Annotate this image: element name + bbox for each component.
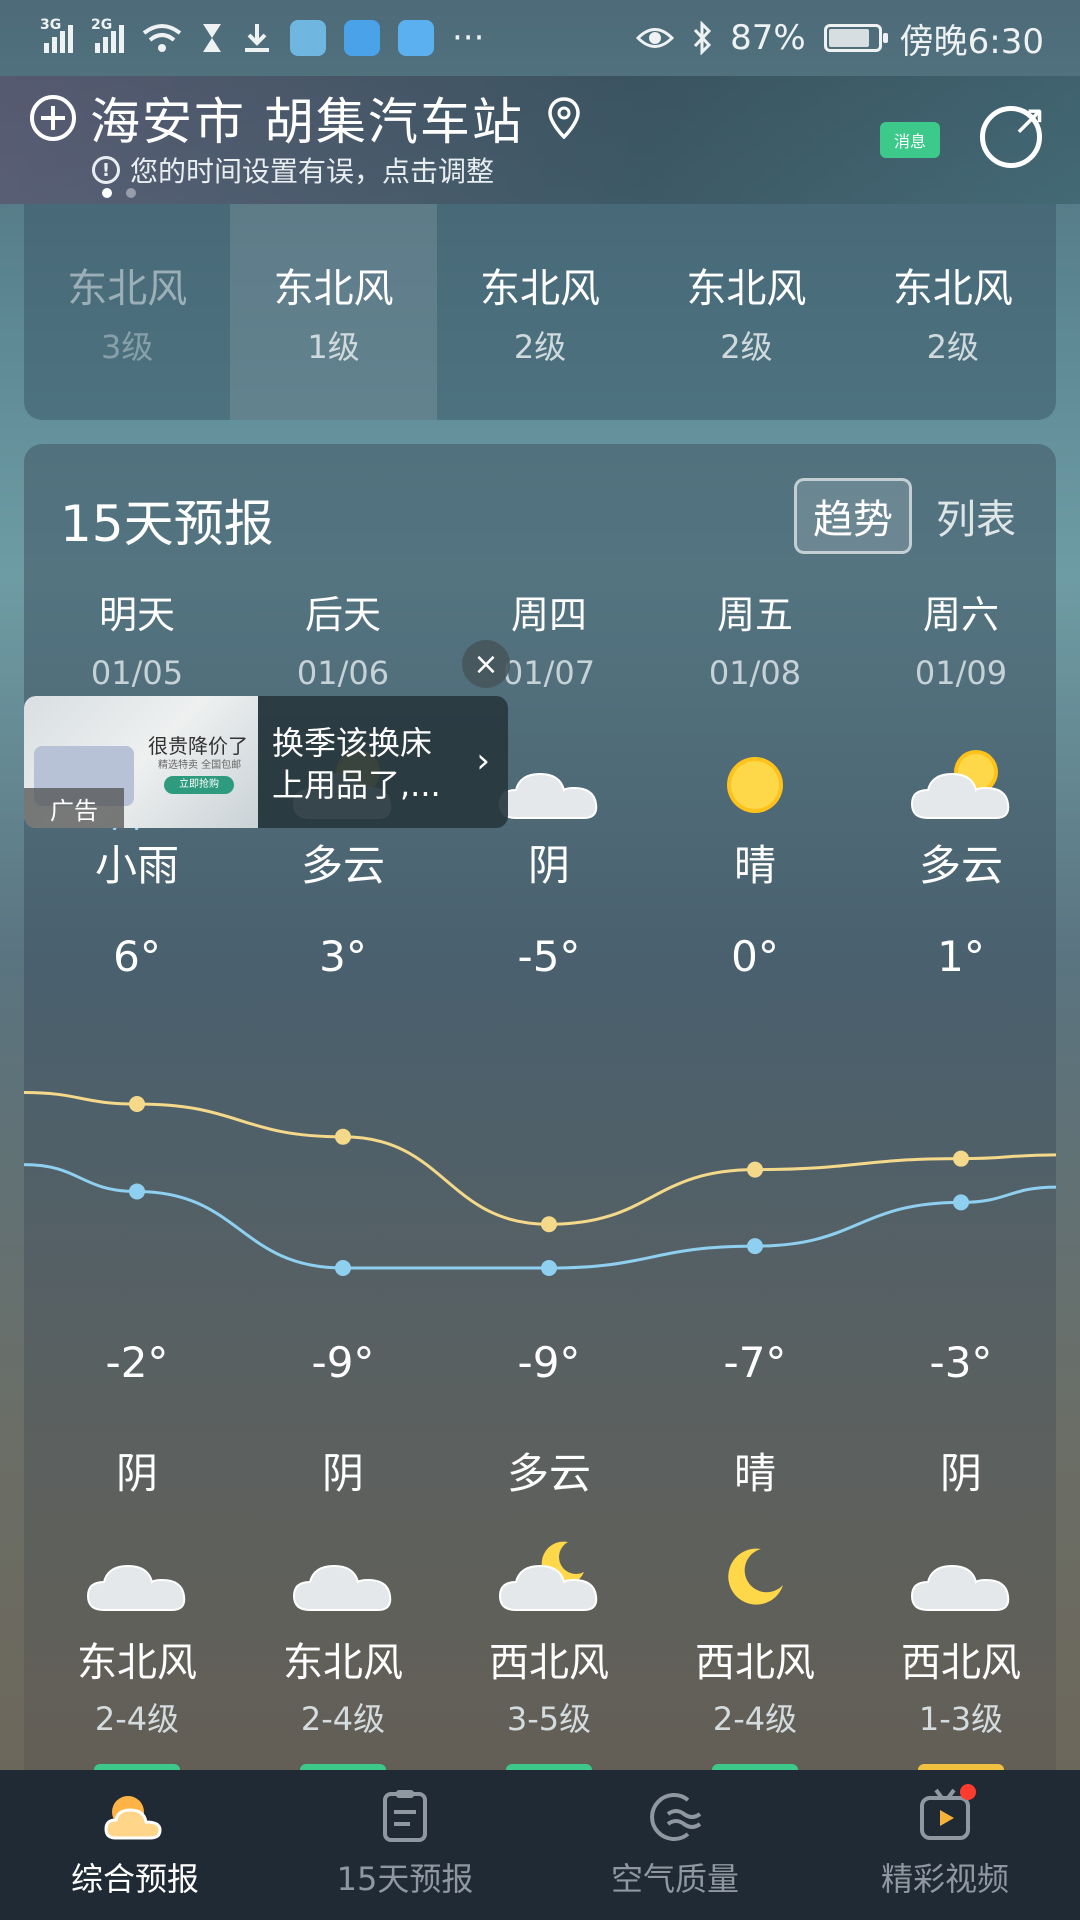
ad-line-2: 上用品了,...	[272, 766, 441, 804]
low-temp-line	[24, 1163, 1056, 1270]
location-pin-icon	[548, 97, 580, 139]
low-temp-point	[541, 1260, 557, 1276]
share-icon[interactable]	[980, 95, 1047, 168]
nav-label: 精彩视频	[880, 1860, 1009, 1898]
wind-dir: 东北风	[480, 266, 601, 312]
temperature-trend-chart	[24, 1091, 1056, 1276]
ad-image[interactable]: 很贵降价了 精选特卖 全国包邮 立即抢购 广告	[24, 696, 258, 828]
wind-level: 2级	[513, 328, 567, 366]
wind-item[interactable]: 东北风 1级	[230, 204, 437, 420]
add-city-icon[interactable]	[30, 95, 76, 141]
ad-image-button: 立即抢购	[164, 776, 234, 794]
wind-dir: 东北风	[67, 266, 188, 312]
wind-item[interactable]: 东北风 2级	[850, 204, 1056, 420]
page-indicator	[102, 188, 136, 198]
nav-15day[interactable]: 15天预报	[270, 1770, 540, 1920]
nav-label: 空气质量	[610, 1860, 739, 1898]
nav-overview[interactable]: 综合预报	[0, 1770, 270, 1920]
notification-dot	[960, 1784, 976, 1800]
wifi-icon	[142, 24, 182, 52]
location-name[interactable]: 海安市 胡集汽车站	[90, 82, 524, 154]
calendar-icon	[383, 1790, 427, 1842]
wind-dir: 东北风	[686, 266, 807, 312]
nav-video[interactable]: 精彩视频	[810, 1770, 1080, 1920]
high-temp-point	[335, 1128, 351, 1145]
low-temp-point	[953, 1194, 969, 1211]
wind-item[interactable]: 东北风 3级	[24, 204, 230, 420]
battery-icon	[823, 24, 888, 52]
ad-close-button[interactable]: ×	[462, 640, 510, 688]
hourly-wind-strip[interactable]: 东北风 3级 东北风 1级 东北风 2级 东北风 2级 东北风 2级	[24, 204, 1056, 420]
hourglass-icon	[203, 24, 221, 52]
wind-level: 1级	[307, 328, 360, 366]
message-button[interactable]: 消息	[880, 122, 940, 158]
high-temp-line	[24, 1091, 1056, 1226]
location-header: 海安市 胡集汽车站 ! 您的时间设置有误，点击调整 消息	[0, 76, 1080, 204]
air-icon	[650, 1793, 702, 1841]
forecast-card: 15天预报 趋势 列表 明天 01/05 小雨 6° -2° 阴东北风 2-4级 后天 01/0…	[24, 444, 1056, 1780]
clock: 傍晚6:30	[899, 21, 1044, 62]
nav-air-quality[interactable]: 空气质量	[540, 1770, 810, 1920]
browser-app-icon	[398, 20, 434, 56]
bluetooth-icon	[693, 21, 712, 55]
weather-app-icon	[290, 20, 326, 56]
ad-label: 广告	[24, 788, 124, 828]
low-temp-point	[747, 1238, 763, 1255]
weather-icon	[104, 1796, 162, 1840]
status-bar: 3G 2G ··· 87% 傍晚6:30	[0, 0, 1080, 76]
wind-level: 2级	[926, 328, 980, 366]
eye-icon	[636, 28, 675, 48]
download-icon	[245, 24, 269, 52]
nav-label: 综合预报	[70, 1860, 199, 1898]
ad-image-headline: 很贵降价了	[148, 734, 248, 758]
wind-dir: 东北风	[892, 266, 1013, 312]
high-temp-point	[541, 1216, 557, 1233]
gallery-app-icon	[344, 20, 380, 56]
warning-icon: !	[92, 156, 120, 184]
low-temp-point	[335, 1260, 351, 1276]
bottom-nav: 综合预报 15天预报 空气质量 精彩视频	[0, 1770, 1080, 1920]
wind-dir: 东北风	[273, 266, 394, 312]
battery-percent: 87%	[730, 18, 806, 58]
nav-label: 15天预报	[336, 1860, 474, 1898]
ad-text[interactable]: 换季该换床 上用品了,... ›	[258, 696, 508, 828]
time-warning-text: 您的时间设置有误，点击调整	[130, 155, 495, 188]
video-icon	[912, 1784, 978, 1844]
low-temp-point	[129, 1183, 145, 1200]
wind-level: 3级	[101, 328, 154, 366]
signal-2g-icon: 2G	[91, 17, 124, 53]
wind-item[interactable]: 东北风 2级	[437, 204, 643, 420]
signal-3g-icon: 3G	[40, 17, 73, 53]
ad-banner[interactable]: 很贵降价了 精选特卖 全国包邮 立即抢购 广告 换季该换床 上用品了,... ›	[24, 696, 508, 828]
more-notifications-icon: ···	[452, 18, 485, 58]
time-warning[interactable]: ! 您的时间设置有误，点击调整	[92, 150, 494, 190]
ad-image-sub: 精选特卖 全国包邮	[158, 760, 242, 771]
high-temp-point	[953, 1150, 969, 1167]
wind-level: 2级	[720, 328, 773, 366]
ad-line-1: 换季该换床	[272, 724, 433, 762]
high-temp-point	[747, 1161, 763, 1178]
high-temp-point	[129, 1096, 145, 1112]
wind-item[interactable]: 东北风 2级	[643, 204, 849, 420]
chevron-right-icon: ›	[476, 741, 490, 781]
